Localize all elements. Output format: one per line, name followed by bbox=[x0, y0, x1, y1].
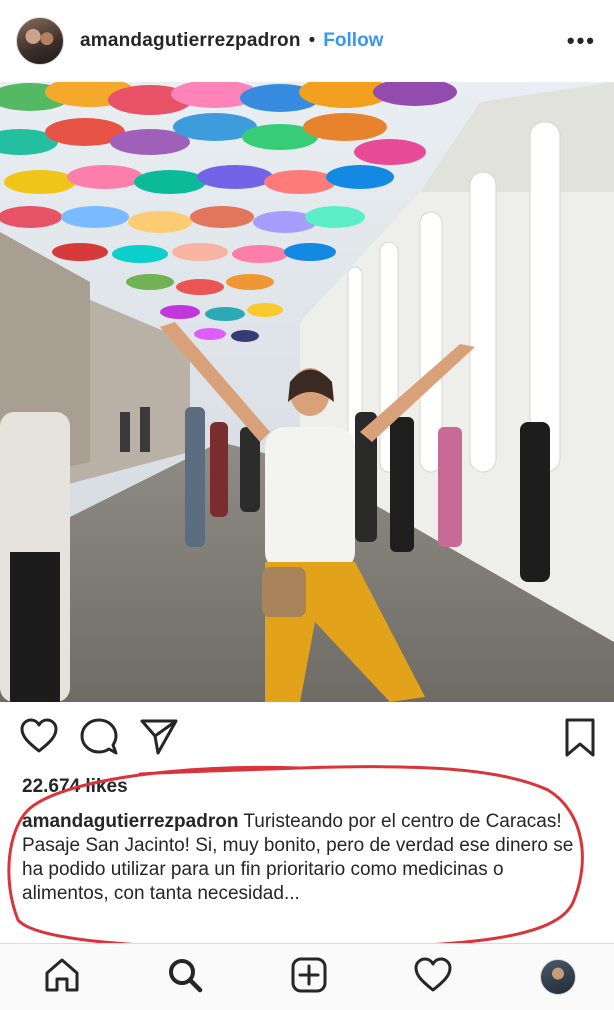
avatar[interactable] bbox=[16, 17, 64, 65]
likes-count[interactable]: 22.674 likes bbox=[22, 776, 128, 798]
profile-avatar[interactable] bbox=[540, 959, 576, 995]
action-bar bbox=[0, 714, 614, 764]
post-header: amandagutierrezpadron • Follow ••• bbox=[0, 0, 614, 82]
share-icon[interactable] bbox=[140, 718, 178, 756]
separator-dot: • bbox=[308, 30, 316, 51]
search-icon[interactable] bbox=[167, 957, 203, 993]
more-options-icon[interactable]: ••• bbox=[567, 30, 596, 52]
post-caption: amandagutierrezpadron Turisteando por el… bbox=[22, 810, 582, 906]
post-username[interactable]: amandagutierrezpadron bbox=[80, 30, 301, 52]
bottom-tab-bar bbox=[0, 943, 614, 1010]
bookmark-icon[interactable] bbox=[564, 718, 596, 758]
comment-icon[interactable] bbox=[80, 718, 118, 756]
street-umbrellas-image bbox=[0, 82, 614, 702]
new-post-icon[interactable] bbox=[291, 957, 327, 993]
home-icon[interactable] bbox=[44, 957, 80, 993]
post-photo[interactable] bbox=[0, 82, 614, 702]
heart-icon[interactable] bbox=[20, 718, 58, 754]
caption-username[interactable]: amandagutierrezpadron bbox=[22, 811, 238, 832]
activity-heart-icon[interactable] bbox=[414, 957, 452, 993]
follow-button[interactable]: Follow bbox=[323, 30, 383, 52]
